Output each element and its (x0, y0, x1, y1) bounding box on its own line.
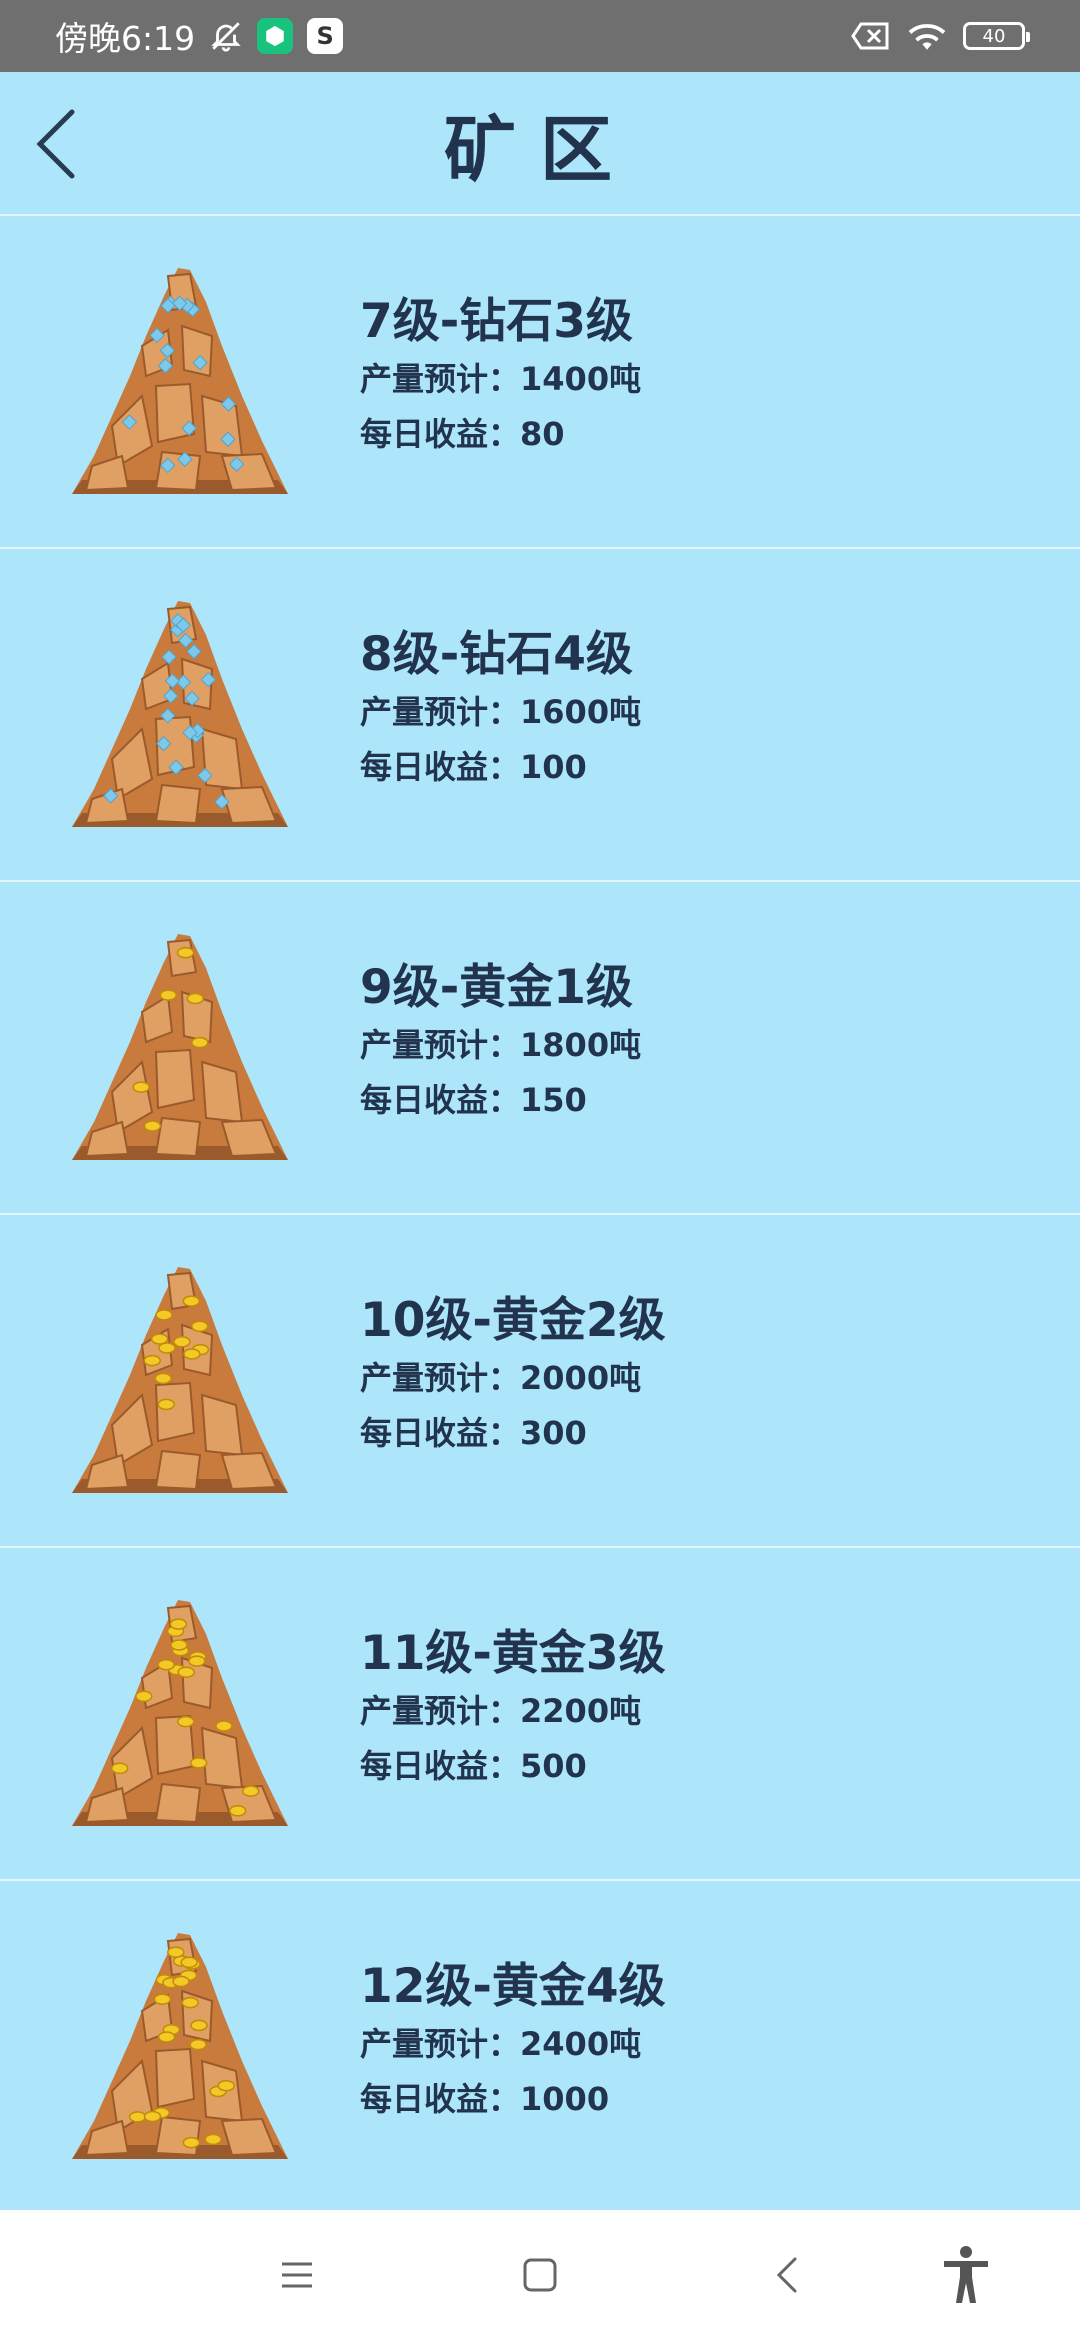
diamond-mountain-icon (72, 268, 288, 494)
page-title: 矿区 (443, 107, 636, 192)
production-value: 2200吨 (520, 1692, 642, 1730)
gold-mountain-icon (72, 1933, 288, 2159)
status-right: 40 (851, 19, 1030, 53)
mine-list-item[interactable]: 11级-黄金3级 产量预计：2200吨 每日收益：500 (0, 1548, 1080, 1881)
battery-icon: 40 (963, 22, 1030, 50)
production-value: 1800吨 (520, 1026, 642, 1064)
status-time: 傍晚6:19 (55, 19, 196, 58)
mine-image (72, 266, 288, 496)
status-left: 傍晚6:19 ⬢ S (55, 12, 344, 60)
back-button[interactable] (20, 108, 92, 180)
income-value: 150 (520, 1081, 587, 1119)
mine-income: 每日收益：500 (360, 1739, 666, 1794)
gold-mountain-icon (72, 1267, 288, 1493)
mine-info: 10级-黄金2级 产量预计：2000吨 每日收益：300 (360, 1291, 666, 1461)
mine-title: 12级-黄金4级 (360, 1959, 666, 2014)
mine-production: 产量预计：1600吨 (360, 685, 641, 740)
production-value: 2400吨 (520, 2025, 642, 2063)
wifi-icon (905, 19, 949, 53)
diamond-mountain-icon (72, 601, 288, 827)
income-value: 80 (520, 415, 565, 453)
mine-income: 每日收益：100 (360, 740, 641, 795)
no-sim-icon (851, 21, 891, 51)
mine-title: 10级-黄金2级 (360, 1293, 666, 1348)
status-bar: 傍晚6:19 ⬢ S 40 (0, 0, 1080, 72)
mine-image (72, 1931, 288, 2161)
bell-muted-icon (209, 19, 243, 53)
mine-title: 7级-钻石3级 (360, 294, 633, 349)
mine-info: 7级-钻石3级 产量预计：1400吨 每日收益：80 (360, 292, 641, 462)
mine-list-item[interactable]: 10级-黄金2级 产量预计：2000吨 每日收益：300 (0, 1215, 1080, 1548)
mine-production: 产量预计：2000吨 (360, 1351, 666, 1406)
app-header: 矿区 (0, 72, 1080, 216)
home-icon[interactable] (510, 2245, 570, 2305)
mine-image (72, 932, 288, 1162)
mine-income: 每日收益：80 (360, 407, 641, 462)
back-icon[interactable] (757, 2245, 817, 2305)
s-app-icon: S (307, 18, 344, 54)
mine-info: 12级-黄金4级 产量预计：2400吨 每日收益：1000 (360, 1957, 666, 2127)
income-label: 每日收益： (360, 1081, 521, 1119)
mine-income: 每日收益：300 (360, 1406, 666, 1461)
nav-bar (0, 2210, 1080, 2340)
income-label: 每日收益： (360, 415, 521, 453)
mine-list-item[interactable]: 7级-钻石3级 产量预计：1400吨 每日收益：80 (0, 216, 1080, 549)
production-label: 产量预计： (360, 360, 521, 398)
production-value: 1600吨 (520, 693, 642, 731)
production-label: 产量预计： (360, 2025, 521, 2063)
income-label: 每日收益： (360, 1747, 521, 1785)
mine-title: 9级-黄金1级 (360, 960, 633, 1015)
mine-title: 11级-黄金3级 (360, 1626, 666, 1681)
mine-income: 每日收益：1000 (360, 2072, 666, 2127)
mine-image (72, 1598, 288, 1828)
chevron-left-icon (36, 109, 75, 179)
mine-production: 产量预计：2200吨 (360, 1684, 666, 1739)
mine-image (72, 599, 288, 829)
mine-production: 产量预计：1800吨 (360, 1018, 641, 1073)
production-label: 产量预计： (360, 1692, 521, 1730)
income-label: 每日收益： (360, 748, 521, 786)
accessibility-icon[interactable] (936, 2245, 996, 2305)
mine-production: 产量预计：2400吨 (360, 2017, 666, 2072)
mine-list: 7级-钻石3级 产量预计：1400吨 每日收益：80 8级-钻石4级 产量预计：1600… (0, 216, 1080, 2214)
menu-icon[interactable] (267, 2245, 327, 2305)
income-value: 300 (520, 1414, 587, 1452)
shield-app-icon: ⬢ (257, 18, 294, 54)
production-label: 产量预计： (360, 1026, 521, 1064)
gold-mountain-icon (72, 1600, 288, 1826)
mine-title: 8级-钻石4级 (360, 627, 633, 682)
gold-mountain-icon (72, 934, 288, 1160)
mine-production: 产量预计：1400吨 (360, 352, 641, 407)
production-value: 1400吨 (520, 360, 642, 398)
mine-list-item[interactable]: 12级-黄金4级 产量预计：2400吨 每日收益：1000 (0, 1881, 1080, 2214)
income-value: 500 (520, 1747, 587, 1785)
mine-list-item[interactable]: 8级-钻石4级 产量预计：1600吨 每日收益：100 (0, 549, 1080, 882)
mine-image (72, 1265, 288, 1495)
production-label: 产量预计： (360, 693, 521, 731)
production-value: 2000吨 (520, 1359, 642, 1397)
mine-info: 8级-钻石4级 产量预计：1600吨 每日收益：100 (360, 625, 641, 795)
mine-info: 11级-黄金3级 产量预计：2200吨 每日收益：500 (360, 1624, 666, 1794)
income-value: 1000 (520, 2080, 610, 2118)
mine-info: 9级-黄金1级 产量预计：1800吨 每日收益：150 (360, 958, 641, 1128)
mine-list-item[interactable]: 9级-黄金1级 产量预计：1800吨 每日收益：150 (0, 882, 1080, 1215)
production-label: 产量预计： (360, 1359, 521, 1397)
income-label: 每日收益： (360, 1414, 521, 1452)
mine-income: 每日收益：150 (360, 1073, 641, 1128)
income-label: 每日收益： (360, 2080, 521, 2118)
income-value: 100 (520, 748, 587, 786)
